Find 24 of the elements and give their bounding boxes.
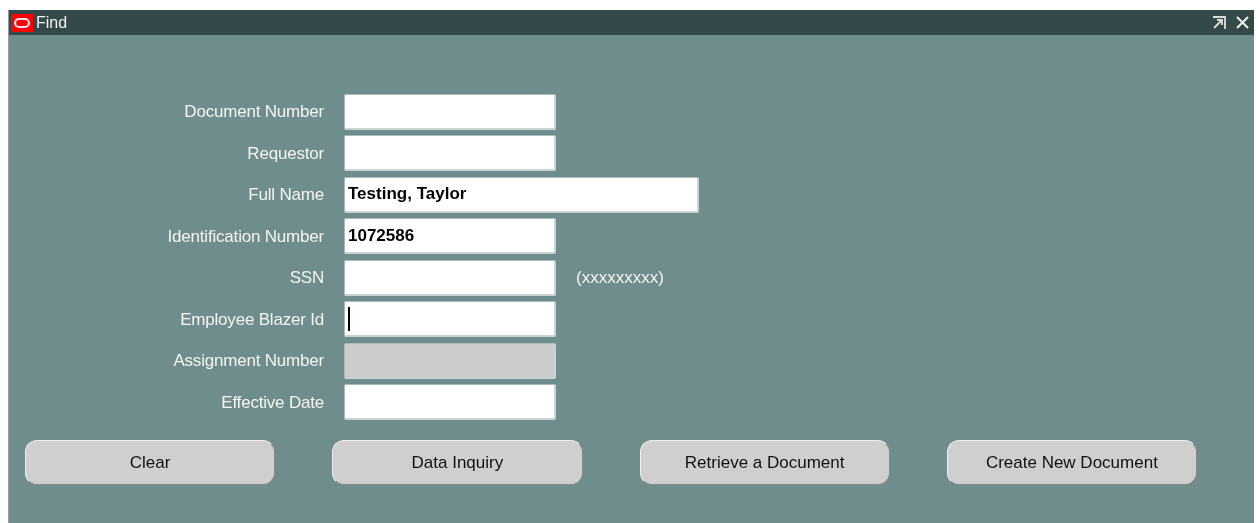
input-field[interactable] [344,384,556,421]
input-field[interactable]: 1072586 [344,218,556,255]
format-hint: (xxxxxxxxx) [576,267,664,289]
field-label: Requestor [246,142,325,165]
app-logo-icon [11,13,33,32]
input-field[interactable] [344,93,556,130]
field-label: Document Number [183,101,325,123]
action-button[interactable]: Clear [25,440,276,485]
input-field[interactable] [344,259,556,296]
field-label: Identification Number [166,225,325,248]
action-button[interactable]: Retrieve a Document [639,440,890,485]
action-button[interactable]: Data Inquiry [332,440,583,485]
input-field[interactable] [344,301,556,338]
field-label: Employee Blazer Id [179,308,325,331]
field-label: Full Name [247,184,325,206]
field-label: SSN [288,267,325,289]
field-label: Effective Date [220,391,325,414]
window-title: Find [36,12,68,33]
input-field[interactable]: Testing, Taylor [344,176,699,213]
input-field[interactable] [344,135,556,172]
action-button[interactable]: Create New Document [946,440,1197,485]
field-label: Assignment Number [172,350,325,372]
close-icon[interactable] [1235,15,1250,30]
undock-icon[interactable] [1212,15,1227,30]
